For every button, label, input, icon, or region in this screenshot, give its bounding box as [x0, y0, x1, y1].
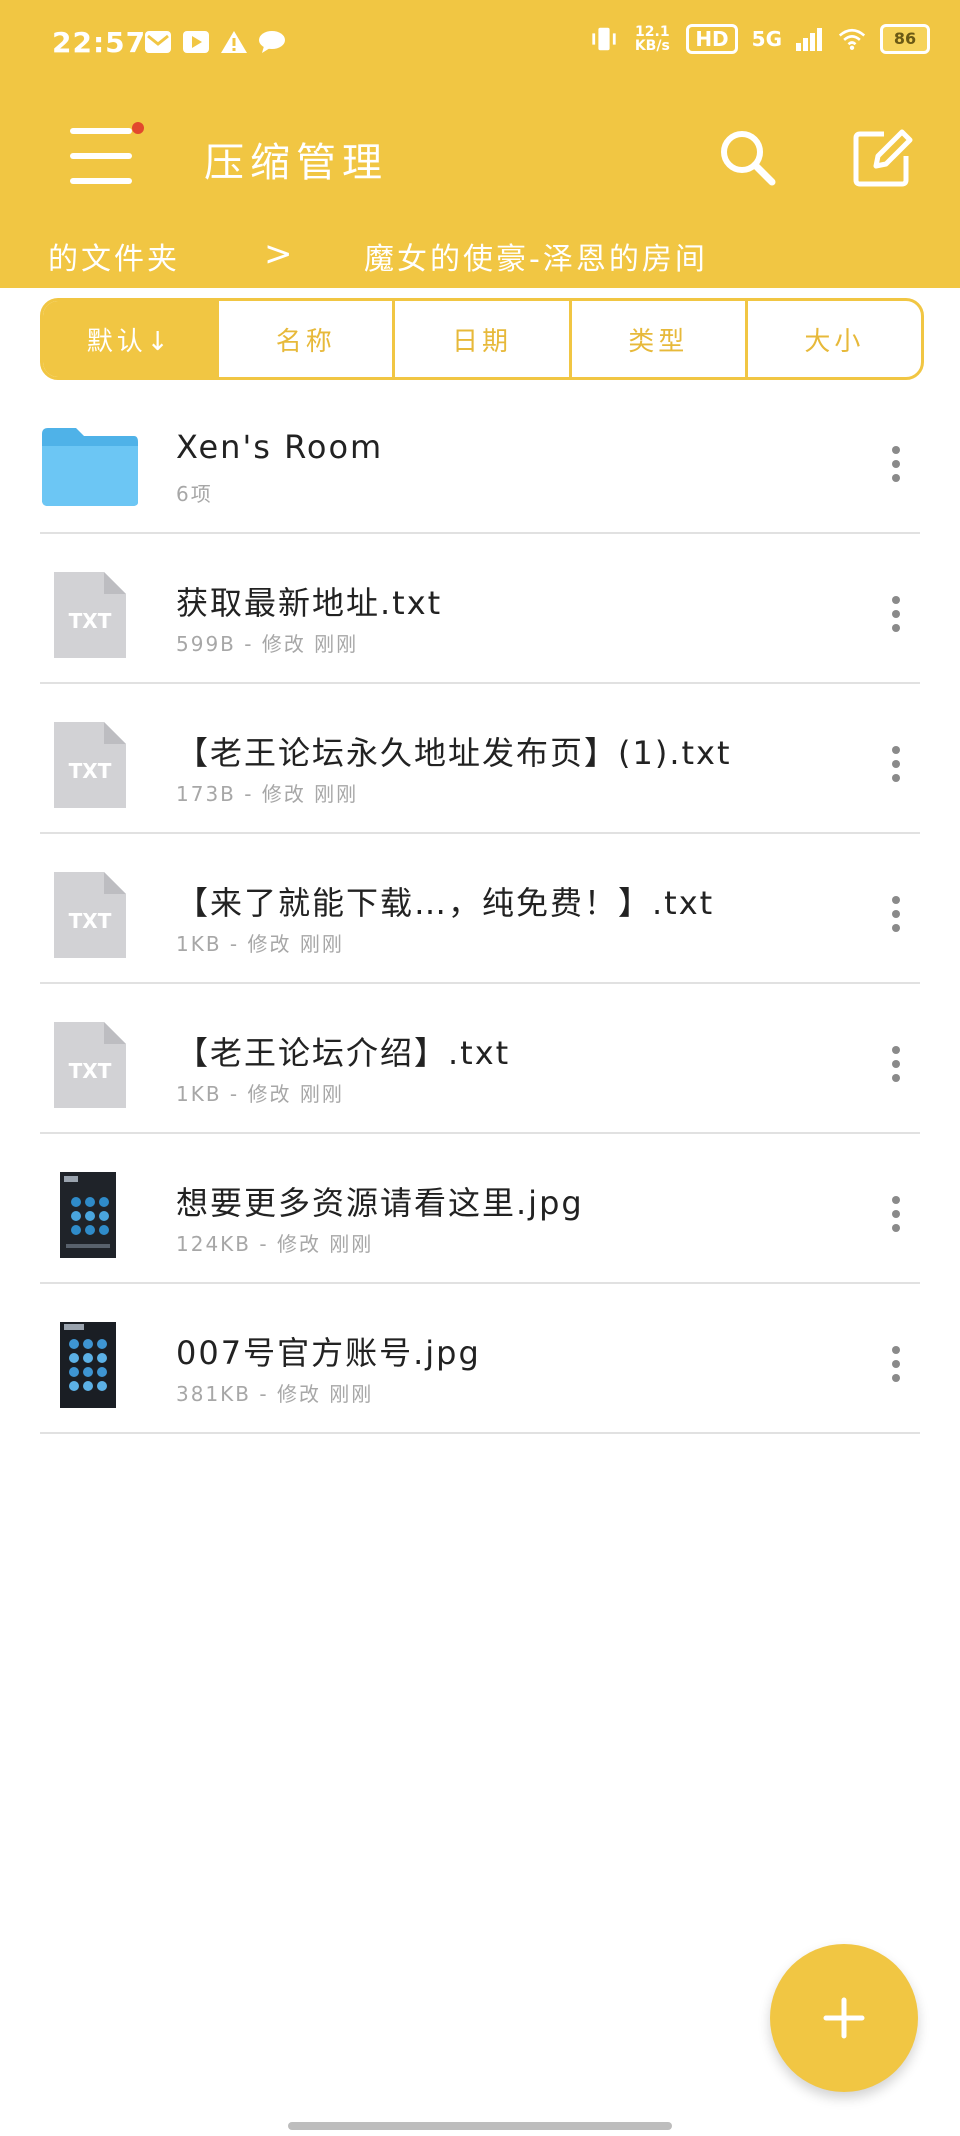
- file-name: 想要更多资源请看这里.jpg: [176, 1184, 584, 1222]
- status-bar: 22:57 12.1 KB/s HD 5G 86: [0, 0, 960, 88]
- file-meta: 173B - 修改 刚刚: [176, 782, 359, 806]
- menu-icon-line: [70, 178, 132, 184]
- list-item[interactable]: TXT 【老王论坛介绍】.txt 1KB - 修改 刚刚: [40, 984, 920, 1134]
- battery-indicator: 86: [880, 24, 930, 54]
- more-options-button[interactable]: [872, 1184, 920, 1244]
- wifi-icon: [838, 25, 866, 53]
- folder-icon: [40, 422, 140, 508]
- sort-option-name[interactable]: 名称: [216, 301, 392, 377]
- more-options-button[interactable]: [872, 734, 920, 794]
- sort-option-date[interactable]: 日期: [392, 301, 568, 377]
- more-vert-icon: [892, 1196, 900, 1204]
- network-speed: 12.1 KB/s: [634, 24, 670, 54]
- txt-badge: TXT: [69, 1059, 112, 1083]
- file-name: Xen's Room: [176, 428, 384, 466]
- menu-icon-line: [70, 153, 132, 159]
- more-options-button[interactable]: [872, 434, 920, 494]
- file-meta: 1KB - 修改 刚刚: [176, 932, 344, 956]
- list-item[interactable]: TXT 获取最新地址.txt 599B - 修改 刚刚: [40, 534, 920, 684]
- breadcrumb-item-current[interactable]: 魔女的使豪-泽恩的房间: [364, 234, 708, 278]
- file-name: 获取最新地址.txt: [176, 584, 443, 622]
- file-meta: 124KB - 修改 刚刚: [176, 1232, 374, 1256]
- more-options-button[interactable]: [872, 884, 920, 944]
- more-vert-icon: [892, 1046, 900, 1054]
- file-name: 【老王论坛介绍】.txt: [176, 1034, 511, 1072]
- menu-button[interactable]: [70, 122, 144, 188]
- image-thumbnail: [40, 1316, 140, 1412]
- sort-option-default[interactable]: 默认↓: [43, 301, 217, 377]
- more-vert-icon: [892, 896, 900, 904]
- more-vert-icon: [892, 1346, 900, 1354]
- file-name: 【来了就能下载…，纯免费！】.txt: [176, 884, 715, 922]
- signal-bars-icon: [796, 25, 824, 53]
- sort-option-type[interactable]: 类型: [568, 301, 745, 377]
- list-item[interactable]: 想要更多资源请看这里.jpg 124KB - 修改 刚刚: [40, 1134, 920, 1284]
- image-thumbnail: [40, 1166, 140, 1262]
- more-options-button[interactable]: [872, 1334, 920, 1394]
- txt-badge: TXT: [69, 759, 112, 783]
- search-icon: [721, 131, 776, 186]
- file-meta: 1KB - 修改 刚刚: [176, 1082, 344, 1106]
- breadcrumb: 的文件夹 > 魔女的使豪-泽恩的房间: [0, 228, 960, 284]
- sort-segmented-control: 默认↓ 名称 日期 类型 大小: [40, 298, 924, 380]
- txt-file-icon: TXT: [40, 1022, 140, 1108]
- play-icon: [182, 28, 210, 56]
- file-meta: 381KB - 修改 刚刚: [176, 1382, 374, 1406]
- list-item[interactable]: TXT 【来了就能下载…，纯免费！】.txt 1KB - 修改 刚刚: [40, 834, 920, 984]
- file-name: 007号官方账号.jpg: [176, 1334, 481, 1372]
- warning-icon: [220, 28, 248, 56]
- edit-icon: [853, 129, 913, 187]
- status-time: 22:57: [52, 26, 147, 59]
- menu-icon: [70, 128, 132, 134]
- more-vert-icon: [892, 446, 900, 454]
- chat-bubble-icon: [258, 28, 286, 56]
- txt-file-icon: TXT: [40, 872, 140, 958]
- search-button[interactable]: [712, 122, 784, 194]
- file-meta: 599B - 修改 刚刚: [176, 632, 359, 656]
- mail-icon: [144, 28, 172, 56]
- notification-dot: [132, 122, 144, 134]
- txt-badge: TXT: [69, 909, 112, 933]
- status-system-icons: 12.1 KB/s HD 5G 86: [590, 24, 930, 54]
- file-name: 【老王论坛永久地址发布页】(1).txt: [176, 734, 732, 772]
- more-options-button[interactable]: [872, 1034, 920, 1094]
- vibrate-icon: [590, 25, 618, 53]
- more-vert-icon: [892, 596, 900, 604]
- hd-badge: HD: [686, 24, 738, 54]
- list-item[interactable]: TXT 【老王论坛永久地址发布页】(1).txt 173B - 修改 刚刚: [40, 684, 920, 834]
- file-list: Xen's Room 6项 TXT 获取最新地址.txt 599B - 修改 刚…: [40, 384, 920, 1434]
- add-fab-button[interactable]: [770, 1944, 918, 2092]
- breadcrumb-separator: >: [264, 234, 296, 274]
- list-item[interactable]: Xen's Room 6项: [40, 384, 920, 534]
- txt-file-icon: TXT: [40, 572, 140, 658]
- home-indicator: [288, 2122, 672, 2130]
- list-item[interactable]: 007号官方账号.jpg 381KB - 修改 刚刚: [40, 1284, 920, 1434]
- cellular-signal: 5G: [751, 27, 782, 51]
- breadcrumb-item-parent[interactable]: 的文件夹: [48, 234, 180, 278]
- more-options-button[interactable]: [872, 584, 920, 644]
- sort-option-size[interactable]: 大小: [744, 301, 921, 377]
- status-notification-icons: [144, 28, 286, 56]
- txt-file-icon: TXT: [40, 722, 140, 808]
- edit-button[interactable]: [846, 122, 918, 194]
- txt-badge: TXT: [69, 609, 112, 633]
- more-vert-icon: [892, 746, 900, 754]
- app-bar: 压缩管理: [0, 100, 960, 220]
- page-title: 压缩管理: [204, 140, 388, 186]
- file-meta: 6项: [176, 482, 213, 506]
- plus-icon: [823, 1997, 865, 2039]
